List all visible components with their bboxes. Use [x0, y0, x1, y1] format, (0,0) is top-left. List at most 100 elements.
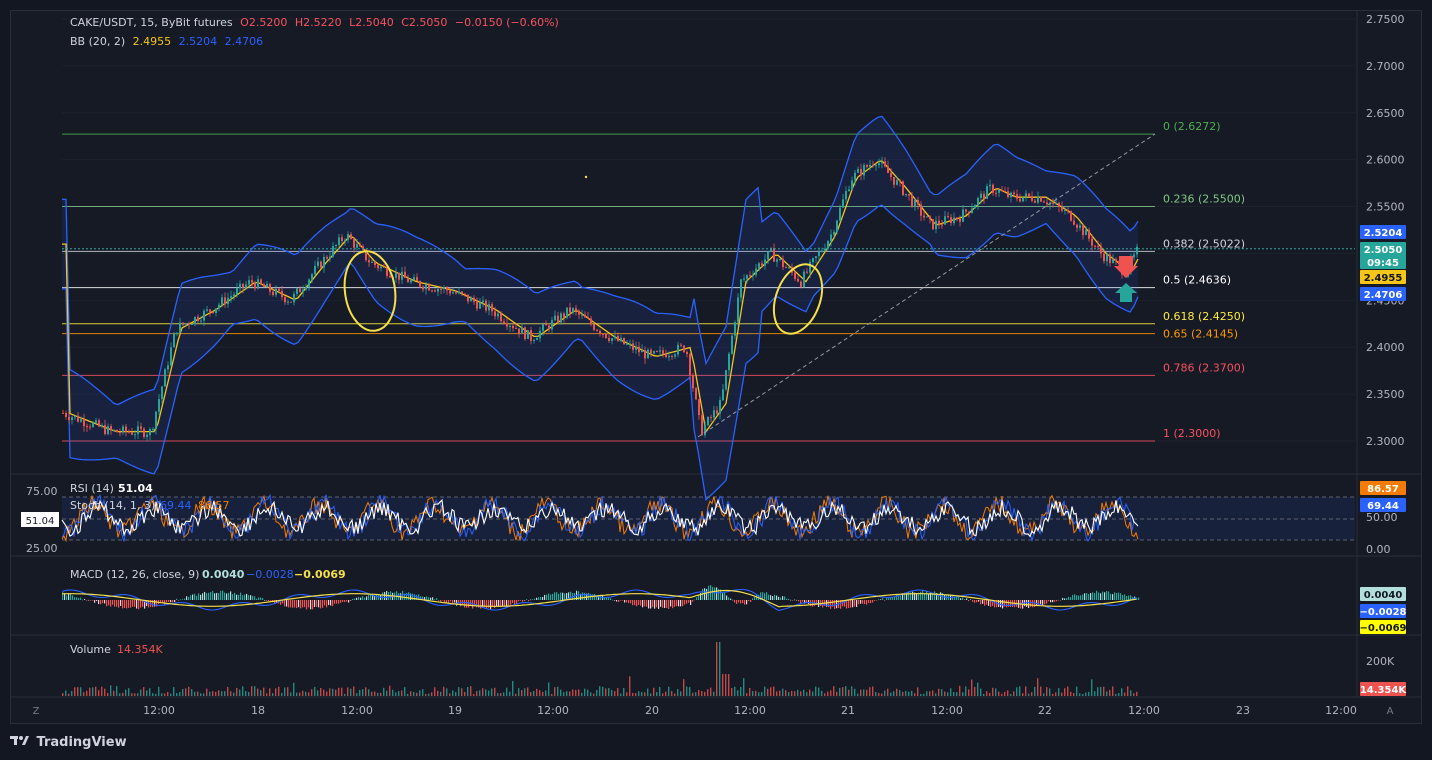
candle-body — [227, 297, 229, 305]
volume-bar — [740, 687, 742, 696]
macd-histogram-bar — [634, 600, 636, 606]
macd-histogram-bar — [326, 600, 328, 608]
symbol-title[interactable]: CAKE/USDT, 15, ByBit futures — [70, 16, 233, 29]
macd-histogram-bar — [682, 600, 684, 607]
volume-bar — [398, 691, 400, 696]
tradingview-brand[interactable]: TradingView — [10, 734, 127, 750]
volume-bar — [485, 689, 487, 696]
macd-signal-value: −0.0069 — [294, 568, 346, 581]
macd-histogram-bar — [852, 600, 854, 608]
macd-histogram-bar — [640, 600, 642, 606]
volume-bar — [761, 691, 763, 696]
macd-histogram-bar — [1092, 592, 1094, 600]
volume-bar — [191, 689, 193, 696]
candle-body — [767, 251, 769, 260]
candle-body — [305, 286, 307, 290]
volume-bar — [872, 686, 874, 696]
candle-body — [797, 278, 799, 282]
macd-histogram-bar — [738, 600, 740, 603]
macd-histogram-bar — [964, 599, 966, 600]
volume-bar — [338, 687, 340, 696]
macd-histogram-bar — [312, 600, 314, 610]
candle-body — [518, 328, 520, 334]
macd-histogram-bar — [1078, 595, 1080, 600]
volume-bar — [137, 693, 139, 696]
volume-bar — [977, 682, 979, 696]
volume-bar — [713, 691, 715, 696]
candle-body — [452, 292, 454, 294]
volume-bar — [737, 690, 739, 696]
candle-body — [995, 192, 997, 194]
candle-body — [881, 161, 883, 164]
candle-body — [887, 166, 889, 174]
volume-bar — [635, 693, 637, 696]
candle-body — [341, 237, 343, 242]
macd-histogram-bar — [178, 600, 180, 601]
volume-bar — [425, 693, 427, 696]
volume-bar — [182, 689, 184, 696]
candle-body — [755, 268, 757, 275]
macd-histogram-bar — [652, 600, 654, 608]
candle-body — [167, 365, 169, 370]
candle-body — [65, 412, 67, 417]
candle-body — [1133, 254, 1135, 258]
candle-body — [998, 190, 1000, 193]
volume-bar — [530, 692, 532, 696]
bb-legend[interactable]: BB (20, 2) 2.4955 2.5204 2.4706 — [70, 35, 267, 48]
macd-histogram-bar — [690, 600, 692, 606]
candle-body — [1022, 197, 1024, 202]
macd-histogram-bar — [952, 595, 954, 600]
macd-histogram-bar — [444, 600, 446, 603]
volume-bar — [278, 686, 280, 696]
candle-body — [440, 288, 442, 290]
candle-body — [950, 217, 952, 224]
macd-histogram-bar — [878, 599, 880, 600]
candle-body — [653, 351, 655, 354]
macd-histogram-bar — [524, 600, 526, 601]
volume-bar — [257, 688, 259, 696]
macd-histogram-bar — [248, 595, 250, 600]
macd-histogram-bar — [1052, 600, 1054, 603]
volume-bar — [359, 689, 361, 696]
candle-body — [566, 307, 568, 318]
fib-level-label: 0.618 (2.4250) — [1163, 310, 1245, 323]
macd-histogram-bar — [306, 600, 308, 610]
volume-bar — [1073, 693, 1075, 696]
volume-bar — [311, 689, 313, 696]
volume-bar — [821, 690, 823, 696]
macd-histogram-bar — [286, 600, 288, 607]
volume-bar — [239, 689, 241, 696]
volume-bar — [188, 686, 190, 696]
volume-bar — [335, 689, 337, 696]
macd-histogram-bar — [132, 600, 134, 607]
volume-bar — [227, 686, 229, 696]
macd-histogram-bar — [204, 591, 206, 600]
volume-bar — [158, 686, 160, 696]
candle-body — [536, 338, 538, 341]
macd-histogram-bar — [346, 600, 348, 602]
macd-histogram-bar — [498, 600, 500, 607]
candle-body — [782, 259, 784, 268]
macd-histogram-bar — [680, 600, 682, 607]
macd-histogram-bar — [354, 598, 356, 600]
macd-histogram-bar — [540, 596, 542, 600]
candle-body — [1103, 253, 1105, 262]
candle-body — [473, 297, 475, 302]
stoch-d-tag: 86.57 — [1367, 484, 1399, 495]
candle-body — [932, 219, 934, 230]
volume-bar — [692, 692, 694, 696]
macd-histogram-bar — [870, 600, 872, 604]
candle-body — [656, 351, 658, 353]
candle-body — [323, 256, 325, 268]
volume-bar — [893, 691, 895, 696]
chart-canvas[interactable]: 2.75002.70002.65002.60002.55002.50002.45… — [0, 0, 1432, 760]
candle-body — [278, 288, 280, 291]
macd-histogram-bar — [642, 600, 644, 608]
candle-body — [389, 275, 391, 278]
candle-body — [893, 177, 895, 185]
volume-bar — [590, 692, 592, 696]
macd-histogram-bar — [1124, 594, 1126, 600]
candle-body — [476, 301, 478, 309]
volume-bar — [506, 687, 508, 696]
volume-bar — [455, 692, 457, 696]
